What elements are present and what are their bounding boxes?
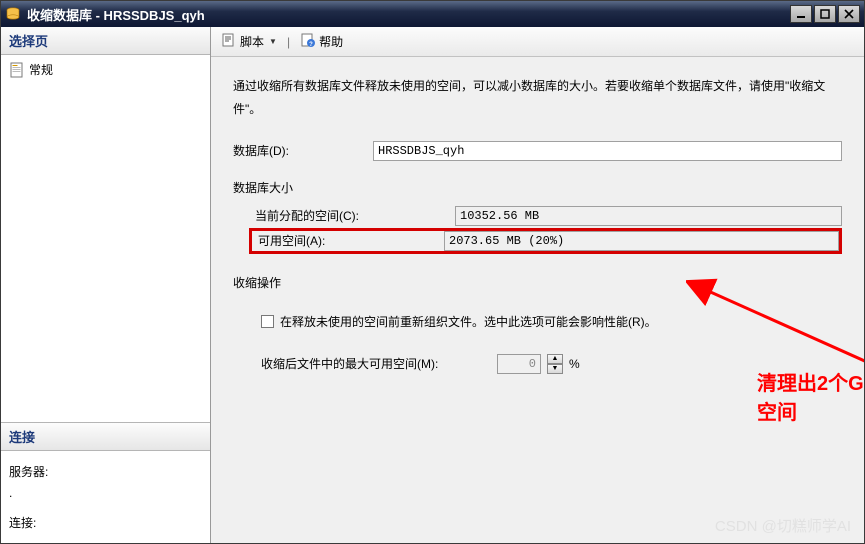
- intro-text: 通过收缩所有数据库文件释放未使用的空间，可以减小数据库的大小。若要收缩单个数据库…: [233, 75, 842, 121]
- spinner-up-button[interactable]: ▲: [547, 354, 563, 364]
- max-free-spinner[interactable]: 0: [497, 354, 541, 374]
- spinner-down-button[interactable]: ▼: [547, 364, 563, 374]
- database-value: HRSSDBJS_qyh: [373, 141, 842, 161]
- server-label: 服务器:: [9, 463, 202, 480]
- app-icon: [5, 6, 21, 22]
- sidebar-item-general[interactable]: 常规: [7, 59, 204, 80]
- database-label: 数据库(D):: [233, 142, 373, 159]
- percent-label: %: [569, 357, 580, 371]
- toolbar-help-label: 帮助: [319, 33, 343, 50]
- toolbar: 脚本 ▼ | ? 帮助: [211, 27, 864, 57]
- max-free-label: 收缩后文件中的最大可用空间(M):: [261, 355, 491, 372]
- allocated-label: 当前分配的空间(C):: [255, 207, 455, 224]
- window-titlebar: 收缩数据库 - HRSSDBJS_qyh: [1, 1, 864, 27]
- free-label: 可用空间(A):: [252, 232, 444, 249]
- server-value-dot: .: [9, 486, 202, 500]
- toolbar-script[interactable]: 脚本 ▼: [217, 30, 281, 53]
- help-icon: ?: [300, 32, 316, 51]
- maximize-button[interactable]: [814, 5, 836, 23]
- free-value: 2073.65 MB (20%): [444, 231, 839, 251]
- allocated-value: 10352.56 MB: [455, 206, 842, 226]
- page-icon: [9, 62, 25, 78]
- free-space-row-highlighted: 可用空间(A): 2073.65 MB (20%): [249, 228, 842, 254]
- connection-header: 连接: [1, 423, 210, 451]
- annotation-arrow: [686, 275, 864, 395]
- size-section-title: 数据库大小: [233, 179, 842, 196]
- connection-label: 连接:: [9, 514, 202, 531]
- reorganize-label: 在释放未使用的空间前重新组织文件。选中此选项可能会影响性能(R)。: [280, 313, 657, 330]
- toolbar-script-label: 脚本: [240, 33, 264, 50]
- shrink-section-title: 收缩操作: [233, 274, 842, 291]
- main-content: 通过收缩所有数据库文件释放未使用的空间，可以减小数据库的大小。若要收缩单个数据库…: [211, 57, 864, 543]
- sidebar-item-label: 常规: [29, 61, 53, 78]
- annotation-text: 清理出2个G空间: [757, 367, 864, 425]
- toolbar-separator: |: [287, 35, 290, 49]
- dropdown-arrow-icon: ▼: [269, 37, 277, 46]
- window-title: 收缩数据库 - HRSSDBJS_qyh: [27, 5, 790, 24]
- script-icon: [221, 32, 237, 51]
- minimize-button[interactable]: [790, 5, 812, 23]
- reorganize-checkbox[interactable]: [261, 315, 274, 328]
- right-panel: 脚本 ▼ | ? 帮助 通过收缩所有数据库文件释放未使用的空: [211, 27, 864, 543]
- select-page-header: 选择页: [1, 27, 210, 55]
- left-panel: 选择页 常规 连接: [1, 27, 211, 543]
- toolbar-help[interactable]: ? 帮助: [296, 30, 347, 53]
- svg-text:?: ?: [309, 42, 313, 48]
- close-button[interactable]: [838, 5, 860, 23]
